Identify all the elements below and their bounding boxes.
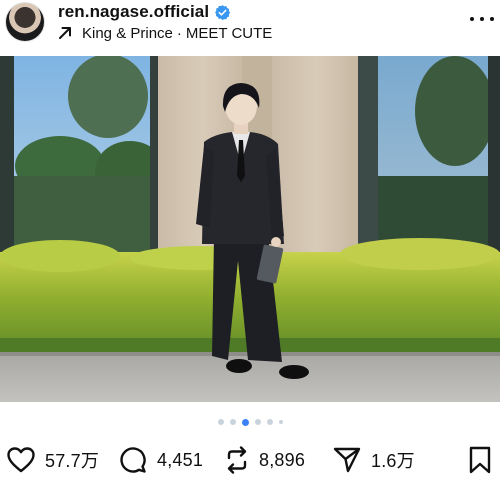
- share-count: 1.6万: [371, 451, 415, 471]
- repost-icon[interactable]: [224, 445, 250, 475]
- more-options-icon[interactable]: [470, 12, 494, 26]
- carousel-dot: [229, 419, 236, 425]
- carousel-dot: [278, 420, 283, 424]
- action-bar: 57.7万 4,451 8,896 1.6万: [0, 442, 500, 478]
- carousel-dot-active: [241, 418, 249, 426]
- avatar[interactable]: [5, 2, 45, 42]
- arrow-up-right-icon: [58, 26, 72, 40]
- post-photo: [0, 56, 500, 402]
- carousel-dot: [254, 419, 261, 425]
- comment-action[interactable]: 4,451: [118, 442, 203, 478]
- song-title: MEET CUTE: [185, 24, 273, 42]
- share-action[interactable]: 1.6万: [332, 442, 415, 478]
- comment-count: 4,451: [157, 449, 204, 470]
- verified-badge-icon: [214, 4, 231, 21]
- like-count: 57.7万: [45, 451, 100, 471]
- save-action[interactable]: [468, 442, 492, 478]
- repost-count: 8,896: [259, 449, 306, 470]
- like-action[interactable]: 57.7万: [6, 442, 99, 478]
- bookmark-icon[interactable]: [468, 445, 492, 475]
- artist-name: King & Prince: [82, 24, 173, 42]
- carousel-dot: [217, 419, 224, 425]
- username-row: ren.nagase.official: [58, 1, 231, 23]
- send-icon[interactable]: [332, 445, 362, 475]
- heart-icon[interactable]: [6, 446, 36, 474]
- username[interactable]: ren.nagase.official: [58, 2, 209, 22]
- post-header: ren.nagase.official King & Prince · MEET…: [0, 0, 500, 56]
- repost-action[interactable]: 8,896: [224, 442, 305, 478]
- separator: ·: [176, 24, 182, 42]
- comment-bubble-icon[interactable]: [118, 445, 148, 475]
- post-media[interactable]: [0, 56, 500, 402]
- carousel-indicator: [0, 418, 500, 426]
- music-attribution[interactable]: King & Prince · MEET CUTE: [58, 24, 272, 42]
- carousel-dot: [266, 419, 273, 425]
